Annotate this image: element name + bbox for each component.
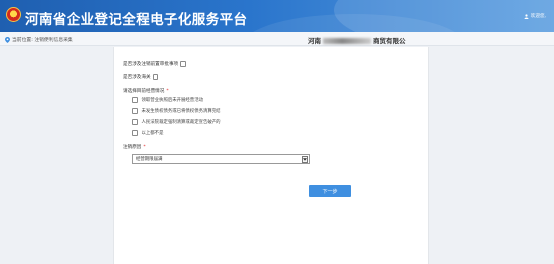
question-customs: 是否涉及海关 — [123, 74, 159, 80]
company-name-suffix: 商贸有限公 — [373, 37, 406, 45]
required-marker: * — [143, 144, 146, 150]
option-label: 人民法院裁定强制清算或裁定宣告破产的 — [141, 120, 221, 125]
app-title: 河南省企业登记全程电子化服务平台 — [25, 12, 248, 28]
pre-approval-checkbox[interactable] — [180, 61, 186, 67]
chevron-down-icon[interactable] — [302, 156, 308, 163]
customs-checkbox[interactable] — [152, 74, 159, 80]
option-checkbox[interactable] — [132, 97, 138, 103]
breadcrumb-text: 当前位置: 注销便利信息采集 — [12, 38, 73, 43]
user-menu[interactable]: 欢迎您, — [524, 13, 546, 19]
breadcrumb-bar: 当前位置: 注销便利信息采集 河南 商贸有限公 — [0, 32, 554, 46]
cancellation-reason-select[interactable]: 经营期限届满 — [132, 154, 310, 164]
question-customs-label: 是否涉及海关 — [123, 75, 151, 80]
chevron-down-glyph — [303, 158, 307, 161]
question-business-status-label: 请选择目前经营情况 — [123, 89, 165, 94]
cancellation-reason-value: 经营期限届满 — [136, 157, 163, 162]
question-business-status: 请选择目前经营情况 * — [123, 88, 169, 95]
business-status-option[interactable]: 以上都不是 — [132, 130, 163, 136]
option-label: 以上都不是 — [141, 131, 164, 136]
user-welcome-label: 欢迎您, — [530, 14, 546, 19]
redacted-text — [323, 38, 371, 44]
business-status-option[interactable]: 未发生债权债务或已将债权债务清算完结 — [132, 108, 221, 114]
question-pre-approval-label: 是否涉及注销前置审批事项 — [123, 62, 179, 67]
company-name: 河南 商贸有限公 — [308, 35, 406, 45]
option-checkbox[interactable] — [132, 108, 138, 114]
location-pin-icon — [5, 36, 10, 43]
user-icon — [524, 13, 529, 19]
header-bar: 河南省企业登记全程电子化服务平台 欢迎您, — [0, 0, 554, 32]
option-label: 未发生债权债务或已将债权债务清算完结 — [141, 109, 221, 114]
business-status-option[interactable]: 人民法院裁定强制清算或裁定宣告破产的 — [132, 119, 221, 125]
company-name-prefix: 河南 — [308, 37, 321, 45]
cancellation-reason: 注销原因 * — [123, 144, 146, 151]
option-label: 领取营业执照后未开展经营活动 — [141, 98, 203, 103]
option-checkbox[interactable] — [132, 130, 138, 136]
required-marker: * — [166, 88, 169, 94]
question-pre-approval: 是否涉及注销前置审批事项 — [123, 61, 186, 67]
next-step-button[interactable]: 下一步 — [309, 185, 351, 197]
cancellation-reason-label: 注销原因 — [123, 145, 142, 150]
national-emblem-icon — [6, 7, 21, 22]
business-status-option[interactable]: 领取营业执照后未开展经营活动 — [132, 97, 203, 103]
breadcrumb: 当前位置: 注销便利信息采集 — [5, 36, 73, 43]
option-checkbox[interactable] — [132, 119, 138, 125]
